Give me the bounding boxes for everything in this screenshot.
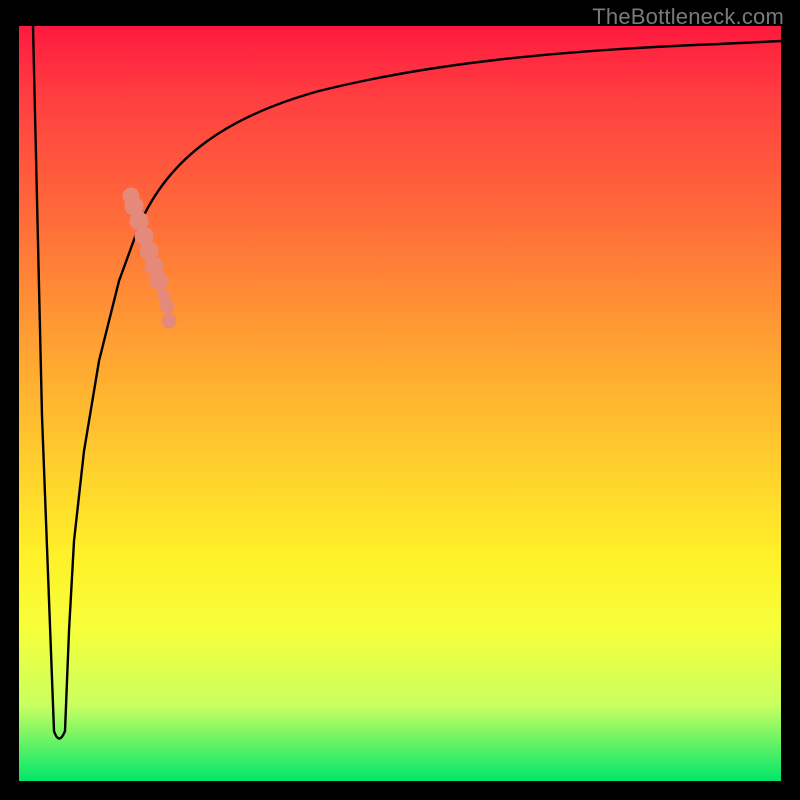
- bottleneck-curve: [33, 26, 781, 739]
- highlight-segment: [123, 188, 176, 328]
- curve-svg: [19, 26, 781, 781]
- chart-frame: TheBottleneck.com: [0, 0, 800, 800]
- plot-area: [19, 26, 781, 781]
